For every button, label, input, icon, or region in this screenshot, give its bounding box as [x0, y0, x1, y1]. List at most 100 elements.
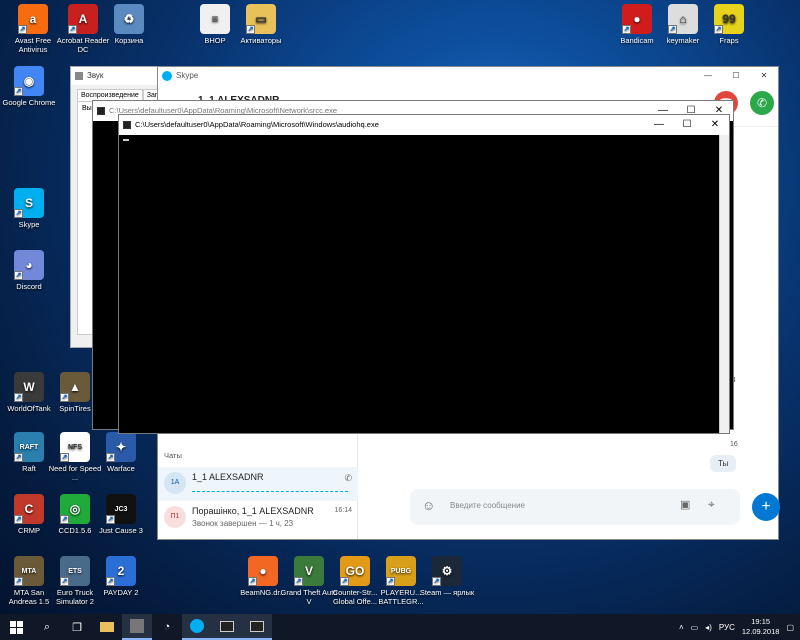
chat-time: 16:14 — [334, 507, 352, 514]
maximize-button[interactable]: ☐ — [722, 67, 750, 85]
shortcut-arrow-icon: ↗ — [386, 577, 395, 586]
console-icon — [123, 121, 131, 129]
minimize-button[interactable]: — — [694, 67, 722, 85]
task-view-icon[interactable]: ❐ — [62, 614, 92, 640]
desktop-icon-discord[interactable]: ◕ ↗ Discord — [0, 250, 58, 291]
euro-truck-icon: ETS ↗ — [60, 556, 90, 586]
shortcut-arrow-icon: ↗ — [14, 209, 23, 218]
shortcut-arrow-icon: ↗ — [60, 577, 69, 586]
desktop-icon-label: Google Chrome — [2, 98, 56, 107]
windows-icon — [9, 620, 23, 634]
language-indicator[interactable]: РУС — [719, 623, 735, 632]
call-button[interactable]: ✆ — [750, 91, 774, 115]
emoji-icon[interactable]: ☺ — [422, 498, 435, 513]
desktop-icon-jc3[interactable]: JC3 ↗ Just Cause 3 — [92, 494, 150, 535]
taskbar-app-game[interactable] — [122, 614, 152, 640]
close-button[interactable]: ✕ — [701, 115, 729, 135]
need-for-speed-icon: NFS ↗ — [60, 432, 90, 462]
chat-subtitle: Звонок завершен — 1 ч, 23 — [192, 519, 294, 528]
just-cause-3-icon: JC3 ↗ — [106, 494, 136, 524]
message-input[interactable]: ☺ Введите сообщение ▣ ⌖ — [410, 489, 740, 525]
mta-icon: MTA ↗ — [14, 556, 44, 586]
world-of-tanks-icon: W ↗ — [14, 372, 44, 402]
shortcut-arrow-icon: ↗ — [340, 577, 349, 586]
typing-wave — [192, 489, 348, 492]
beamng-icon: ● ↗ — [248, 556, 278, 586]
skype-titlebar: Skype — ☐ ✕ — [158, 67, 778, 85]
taskbar-console-icon[interactable] — [212, 614, 242, 640]
start-button[interactable] — [0, 614, 32, 640]
discord-icon: ◕ ↗ — [14, 250, 44, 280]
maximize-button[interactable]: ☐ — [673, 115, 701, 135]
taskbar-console-icon-2[interactable] — [242, 614, 272, 640]
search-icon[interactable]: ⌕ — [32, 614, 62, 640]
keymaker-icon: ⌂ ↗ — [668, 4, 698, 34]
warface-icon: ✦ ↗ — [106, 432, 136, 462]
desktop-icon-payday[interactable]: 2 ↗ PAYDAY 2 — [92, 556, 150, 597]
shortcut-arrow-icon: ↗ — [14, 87, 23, 96]
shortcut-arrow-icon: ↗ — [14, 271, 23, 280]
message-placeholder: Введите сообщение — [450, 501, 525, 510]
media-icon[interactable]: ▣ — [680, 498, 690, 511]
tray-chevron-icon[interactable]: ˄ — [679, 623, 684, 632]
skype-title: Skype — [176, 71, 199, 80]
desktop-icon-fraps[interactable]: 99 ↗ Fraps — [700, 4, 758, 45]
close-button[interactable]: ✕ — [750, 67, 778, 85]
shortcut-arrow-icon: ↗ — [668, 25, 677, 34]
shortcut-arrow-icon: ↗ — [106, 453, 115, 462]
chat-item[interactable]: 1A 1_1 ALEXSADNR ✆ — [158, 467, 358, 501]
network-icon[interactable]: ▭ — [691, 623, 699, 632]
shortcut-arrow-icon: ↗ — [60, 393, 69, 402]
file-explorer-icon[interactable] — [92, 614, 122, 640]
add-button[interactable]: + — [752, 493, 780, 521]
shortcut-arrow-icon: ↗ — [60, 453, 69, 462]
shortcut-arrow-icon: ↗ — [106, 515, 115, 524]
clock[interactable]: 19:15 12.09.2018 — [742, 617, 780, 637]
desktop-icon-skype[interactable]: S ↗ Skype — [0, 188, 58, 229]
skype-icon: S ↗ — [14, 188, 44, 218]
clock-date: 12.09.2018 — [741, 627, 780, 636]
console-title: C:\Users\defaultuser0\AppData\Roaming\Mi… — [119, 115, 729, 135]
desktop-icon-label: Discord — [16, 282, 42, 291]
desktop-icon-recycle[interactable]: ♻ Корзина — [100, 4, 158, 45]
taskbar-app-sound[interactable]: ◔ — [152, 614, 182, 640]
desktop-icon-steam[interactable]: ⚙ ↗ Steam — ярлык — [418, 556, 476, 597]
shortcut-arrow-icon: ↗ — [14, 453, 23, 462]
desktop-icon-warface[interactable]: ✦ ↗ Warface — [92, 432, 150, 473]
pubg-icon: PUBG ↗ — [386, 556, 416, 586]
shortcut-arrow-icon: ↗ — [246, 25, 255, 34]
notifications-icon[interactable]: ▢ — [786, 623, 794, 632]
shortcut-arrow-icon: ↗ — [14, 515, 23, 524]
avast-icon: a ↗ — [18, 4, 48, 34]
shortcut-arrow-icon: ↗ — [432, 577, 441, 586]
desktop-icon-label: Fraps — [719, 36, 739, 45]
shortcut-arrow-icon: ↗ — [14, 393, 23, 402]
volume-icon[interactable]: ◂) — [705, 623, 712, 632]
location-icon[interactable]: ⌖ — [708, 497, 715, 512]
acrobat-icon: A ↗ — [68, 4, 98, 34]
desktop-icon-label: Активаторы — [240, 36, 282, 45]
folder-icon: ▭ ↗ — [246, 4, 276, 34]
desktop-icon-label: Корзина — [114, 36, 144, 45]
taskbar-skype-icon[interactable] — [182, 614, 212, 640]
desktop-icon-chrome[interactable]: ◉ ↗ Google Chrome — [0, 66, 58, 107]
desktop-icon-activators[interactable]: ▭ ↗ Активаторы — [232, 4, 290, 45]
document-icon: ≡ — [200, 4, 230, 34]
gta-icon: V ↗ — [294, 556, 324, 586]
bandicam-icon: ● ↗ — [622, 4, 652, 34]
shortcut-arrow-icon: ↗ — [14, 577, 23, 586]
shortcut-arrow-icon: ↗ — [106, 577, 115, 586]
payday-icon: 2 ↗ — [106, 556, 136, 586]
chat-item[interactable]: П1 Порашінко, 1_1 ALEXSADNR Звонок завер… — [158, 501, 358, 535]
console-scrollbar[interactable] — [719, 135, 729, 433]
chat-name: 1_1 ALEXSADNR — [192, 472, 264, 482]
chrome-icon: ◉ ↗ — [14, 66, 44, 96]
console-window-audiohq[interactable]: C:\Users\defaultuser0\AppData\Roaming\Mi… — [118, 114, 730, 434]
avatar: П1 — [164, 506, 186, 528]
minimize-button[interactable]: — — [645, 115, 673, 135]
message-bubble: Ты — [710, 455, 737, 472]
recycle-bin-icon: ♻ — [114, 4, 144, 34]
spintires-icon: ▲ ↗ — [60, 372, 90, 402]
sound-dialog-title: Звук — [71, 67, 169, 85]
shortcut-arrow-icon: ↗ — [60, 515, 69, 524]
